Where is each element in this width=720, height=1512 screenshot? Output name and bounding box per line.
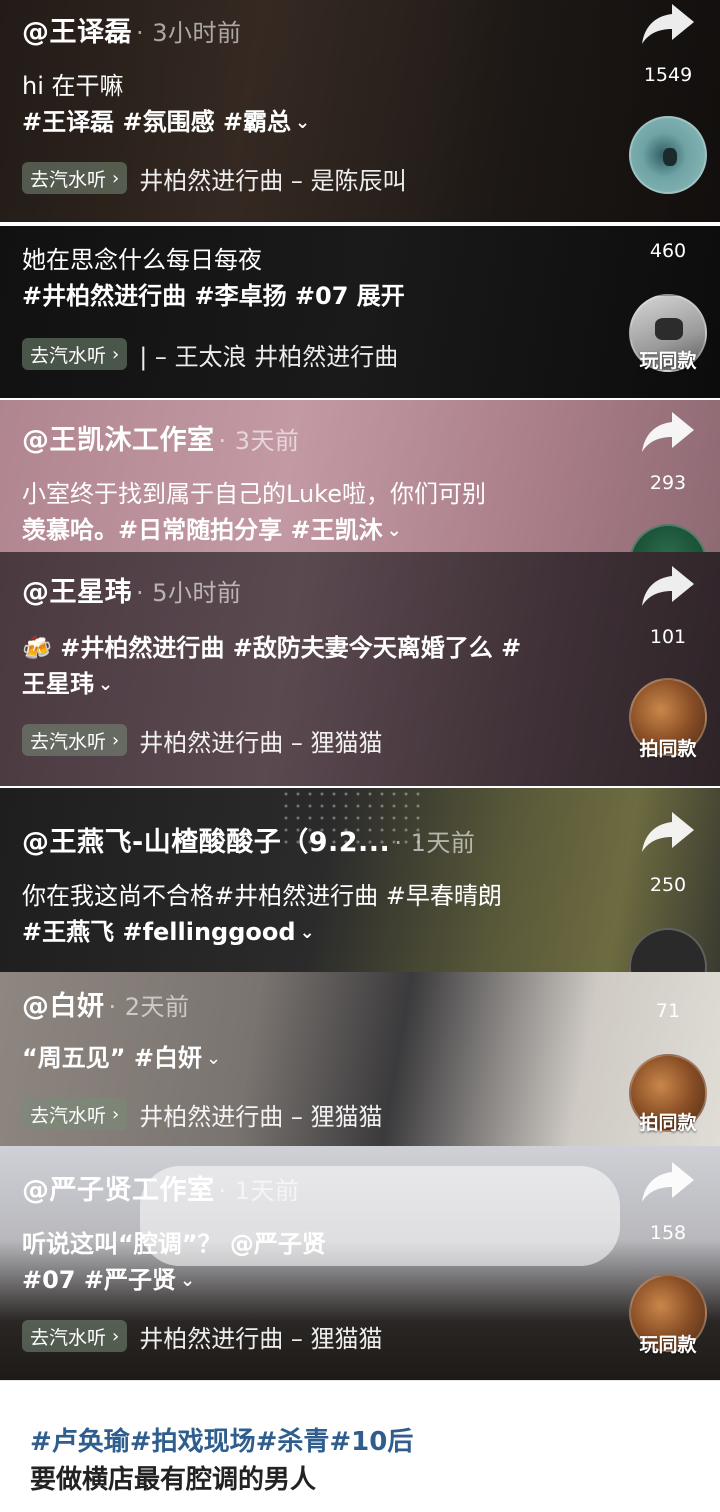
disc-label[interactable]: 玩同款 [620, 346, 716, 373]
video-description: 小室终于找到属于自己的Luke啦，你们可别 羡慕哈。#日常随拍分享 #王凯沐 ⌄ [22, 476, 582, 551]
share-arrow-icon[interactable] [640, 0, 696, 46]
post-time: · 1天前 [218, 1177, 300, 1205]
chevron-down-icon[interactable]: ⌄ [295, 105, 310, 141]
share-arrow-icon[interactable] [640, 808, 696, 854]
open-in-qishui-button[interactable]: 去汽水听 › [22, 338, 128, 370]
video-description: 🍻 #井柏然进行曲 #敌防夫妻今天离婚了么 # 王星玮 ⌄ [22, 630, 582, 705]
author-name[interactable]: @白妍 · 2天前 [22, 984, 190, 1023]
share-count: 293 [649, 472, 687, 494]
open-in-qishui-button[interactable]: 去汽水听 › [22, 162, 128, 194]
footer-title: 要做横店最有腔调的男人 [30, 1465, 317, 1495]
chevron-down-icon[interactable]: ⌄ [206, 1041, 221, 1077]
chevron-down-icon[interactable]: ⌄ [387, 513, 402, 549]
music-row[interactable]: 去汽水听 › 井柏然进行曲 – 是陈辰叫 [22, 160, 406, 196]
post-footer: #卢奂瑜#拍戏现场#杀青#10后 要做横店最有腔调的男人 [0, 1380, 720, 1512]
video-card-2[interactable]: 她在思念什么每日每夜 #井柏然进行曲 #李卓扬 #07 展开 去汽水听 › | –… [0, 226, 720, 398]
chevron-down-icon[interactable]: ⌄ [180, 1263, 195, 1299]
music-title: 井柏然进行曲 – 狸猫猫 [139, 1324, 383, 1353]
description-tags[interactable]: 王星玮 [22, 670, 94, 698]
video-card-5[interactable]: @王燕飞-山楂酸酸子（9.2... · 1天前 你在我这尚不合格#井柏然进行曲 #… [0, 788, 720, 972]
video-description: hi 在干嘛 #王译磊 #氛围感 #霸总 ⌄ [22, 68, 582, 143]
post-time: · 3小时前 [136, 19, 242, 47]
video-card-1[interactable]: @王译磊 · 3小时前 hi 在干嘛 #王译磊 #氛围感 #霸总 ⌄ 去汽水听 › 井… [0, 0, 720, 222]
description-text[interactable]: “周五见” #白妍 [22, 1044, 202, 1072]
share-count: 1549 [643, 64, 693, 86]
description-tags[interactable]: 羡慕哈。#日常随拍分享 #王凯沐 [22, 516, 383, 544]
description-text: 🍻 #井柏然进行曲 #敌防夫妻今天离婚了么 # [22, 634, 522, 662]
footer-hashtags[interactable]: #卢奂瑜#拍戏现场#杀青#10后 [30, 1421, 413, 1458]
disc-label[interactable]: 拍同款 [620, 734, 716, 761]
description-tags[interactable]: #07 #严子贤 [22, 1266, 176, 1294]
chevron-down-icon[interactable]: ⌄ [98, 667, 113, 703]
share-arrow-icon[interactable] [640, 408, 696, 454]
music-title: 井柏然进行曲 – 狸猫猫 [139, 1102, 383, 1131]
video-description: 你在我这尚不合格#井柏然进行曲 #早春晴朗 #王燕飞 #fellinggood ⌄ [22, 878, 582, 953]
post-time: · 3天前 [218, 427, 300, 455]
open-in-qishui-button[interactable]: 去汽水听 › [22, 1098, 128, 1130]
share-count: 71 [655, 1000, 681, 1022]
video-card-3[interactable]: @王凯沐工作室 · 3天前 小室终于找到属于自己的Luke啦，你们可别 羡慕哈。#… [0, 400, 720, 552]
post-time: · 2天前 [108, 993, 190, 1021]
author-name[interactable]: @王译磊 · 3小时前 [22, 10, 242, 49]
music-row[interactable]: 去汽水听 › | – 王太浪 井柏然进行曲 [22, 336, 398, 372]
author-name[interactable]: @王燕飞-山楂酸酸子（9.2... · 1天前 [22, 820, 475, 859]
chevron-right-icon: › [112, 1103, 120, 1125]
description-tags[interactable]: #井柏然进行曲 #李卓扬 #07 展开 [22, 282, 405, 310]
description-text: 她在思念什么每日每夜 [22, 246, 262, 274]
open-in-qishui-button[interactable]: 去汽水听 › [22, 724, 128, 756]
video-description: 听说这叫“腔调”？ @严子贤 #07 #严子贤 ⌄ [22, 1226, 582, 1301]
share-count: 158 [649, 1222, 687, 1244]
description-text: 听说这叫“腔调”？ @严子贤 [22, 1230, 326, 1258]
music-row[interactable]: 去汽水听 › 井柏然进行曲 – 狸猫猫 [22, 1318, 382, 1354]
music-disc[interactable] [629, 116, 707, 194]
chevron-right-icon: › [112, 729, 120, 751]
share-arrow-icon[interactable] [640, 562, 696, 608]
description-tags[interactable]: #王译磊 #氛围感 #霸总 [22, 108, 291, 136]
disc-label[interactable]: 玩同款 [620, 1330, 716, 1357]
video-card-6[interactable]: @白妍 · 2天前 “周五见” #白妍 ⌄ 去汽水听 › 井柏然进行曲 – 狸猫猫 7… [0, 972, 720, 1146]
author-name[interactable]: @王星玮 · 5小时前 [22, 570, 242, 609]
post-time: · 1天前 [394, 829, 476, 857]
disc-label[interactable]: 拍同款 [620, 1108, 716, 1135]
chevron-down-icon[interactable]: ⌄ [300, 915, 315, 951]
description-tags[interactable]: #王燕飞 #fellinggood [22, 918, 296, 946]
description-text: hi 在干嘛 [22, 72, 124, 100]
author-name[interactable]: @严子贤工作室 · 1天前 [22, 1168, 300, 1207]
music-title: 井柏然进行曲 – 是陈辰叫 [139, 166, 407, 195]
share-count: 101 [649, 626, 687, 648]
video-description: “周五见” #白妍 ⌄ [22, 1040, 582, 1079]
chevron-right-icon: › [112, 1325, 120, 1347]
share-count: 250 [649, 874, 687, 896]
music-row[interactable]: 去汽水听 › 井柏然进行曲 – 狸猫猫 [22, 1096, 382, 1132]
share-count: 460 [649, 240, 687, 262]
share-arrow-icon[interactable] [640, 1158, 696, 1204]
video-card-7[interactable]: @严子贤工作室 · 1天前 听说这叫“腔调”？ @严子贤 #07 #严子贤 ⌄ 去汽… [0, 1146, 720, 1380]
chevron-right-icon: › [112, 343, 120, 365]
video-description: 她在思念什么每日每夜 #井柏然进行曲 #李卓扬 #07 展开 [22, 242, 582, 314]
music-title: | – 王太浪 井柏然进行曲 [139, 342, 399, 371]
post-time: · 5小时前 [136, 579, 242, 607]
author-name[interactable]: @王凯沐工作室 · 3天前 [22, 418, 300, 457]
open-in-qishui-button[interactable]: 去汽水听 › [22, 1320, 128, 1352]
description-text: 你在我这尚不合格#井柏然进行曲 #早春晴朗 [22, 882, 502, 910]
music-title: 井柏然进行曲 – 狸猫猫 [139, 728, 383, 757]
description-text: 小室终于找到属于自己的Luke啦，你们可别 [22, 480, 486, 508]
chevron-right-icon: › [112, 167, 120, 189]
music-row[interactable]: 去汽水听 › 井柏然进行曲 – 狸猫猫 [22, 722, 382, 758]
video-card-4[interactable]: @王星玮 · 5小时前 🍻 #井柏然进行曲 #敌防夫妻今天离婚了么 # 王星玮 ⌄ … [0, 552, 720, 786]
